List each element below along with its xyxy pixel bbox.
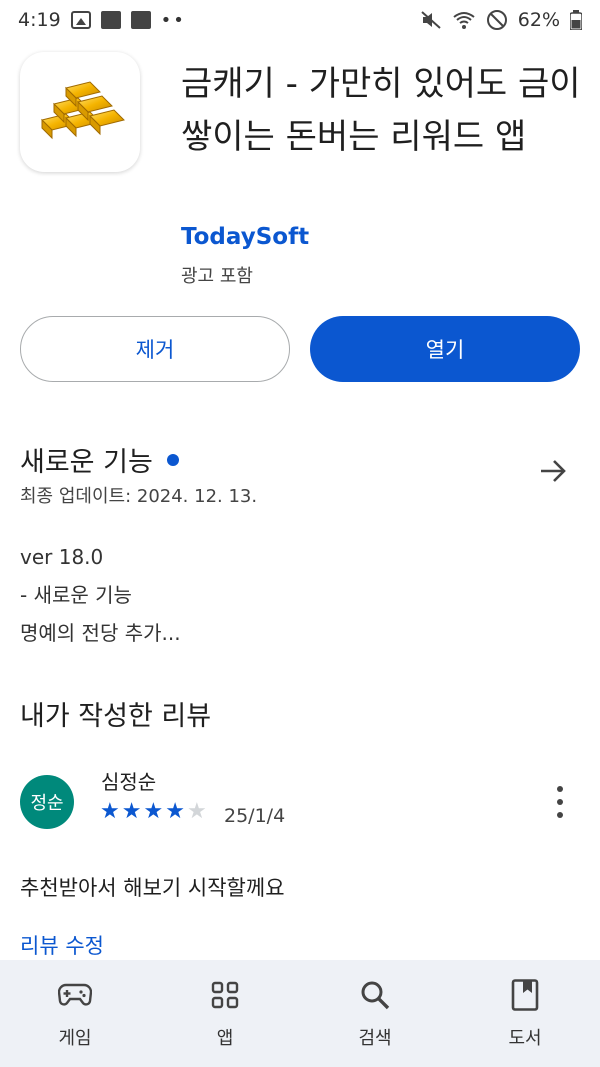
gallery-notification-icon [70,11,91,29]
release-notes: ver 18.0 - 새로운 기능 명예의 전당 추가... [20,538,181,652]
last-updated: 최종 업데이트: 2024. 12. 13. [20,486,258,507]
reviewer-name: 심정순 [101,770,157,794]
nav-label-books: 도서 [508,1028,542,1049]
star-filled-icon: ★ [165,799,185,824]
star-rating: ★ ★ ★ ★ ★ [100,800,207,824]
nav-label-games: 게임 [58,1028,92,1049]
wifi-icon [453,12,475,29]
mute-icon [421,11,441,29]
app-title: 금캐기 - 가만히 있어도 금이 쌓이는 돈버는 리워드 앱 [181,64,581,157]
battery-icon [570,10,582,30]
bottom-navigation: 게임 앱 검색 도서 [0,960,600,1067]
uninstall-button[interactable]: 제거 [20,316,290,382]
nav-item-books[interactable]: 도서 [450,960,600,1067]
release-note-line: 명예의 전당 추가... [20,621,181,645]
star-filled-icon: ★ [143,799,164,824]
battery-percent: 62% [517,9,560,31]
nav-item-apps[interactable]: 앱 [150,960,300,1067]
star-empty-icon: ★ [186,799,207,824]
release-note-line: - 새로운 기능 [20,583,132,607]
status-time: 4:19 [18,9,61,31]
edit-review-link[interactable]: 리뷰 수정 [20,930,104,960]
do-not-disturb-icon [486,10,507,30]
apps-grid-icon [208,978,242,1012]
gold-bars-icon [20,52,140,172]
new-indicator-dot [166,453,179,466]
open-button[interactable]: 열기 [310,316,580,382]
more-options-icon[interactable] [546,786,574,818]
app-notification-icon-2 [130,11,151,29]
contains-ads-label: 광고 포함 [181,266,253,287]
status-left: 4:19 •• [18,9,186,31]
more-notifications-icon: •• [160,9,186,31]
status-bar: 4:19 •• 62% [0,0,600,40]
search-icon [358,978,392,1012]
developer-link[interactable]: TodaySoft [181,224,309,250]
nav-item-games[interactable]: 게임 [0,960,150,1067]
my-review-title: 내가 작성한 리뷰 [20,701,212,732]
review-date: 25/1/4 [224,805,286,827]
nav-label-search: 검색 [358,1028,392,1049]
nav-label-apps: 앱 [216,1028,234,1049]
review-text: 추천받아서 해보기 시작할께요 [20,876,285,900]
release-note-line: ver 18.0 [20,545,104,569]
whats-new-header[interactable]: 새로운 기능 [20,440,179,479]
nav-item-search[interactable]: 검색 [300,960,450,1067]
app-notification-icon [100,11,121,29]
book-icon [508,978,542,1012]
whats-new-title: 새로운 기능 [20,447,153,478]
app-header: 금캐기 - 가만히 있어도 금이 쌓이는 돈버는 리워드 앱 TodaySoft… [20,52,581,292]
star-filled-icon: ★ [121,799,142,824]
star-filled-icon: ★ [100,799,120,824]
arrow-right-icon[interactable] [538,456,568,486]
status-right: 62% [420,9,582,31]
gamepad-icon [58,978,92,1012]
avatar: 정순 [20,775,74,829]
